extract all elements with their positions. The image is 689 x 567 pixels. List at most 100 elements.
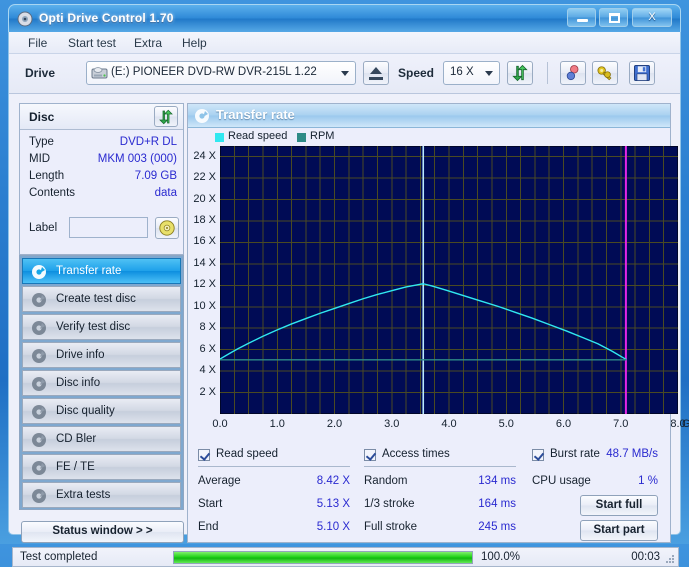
disc-row-key: Type	[29, 136, 54, 148]
chart-x-tick: 0.0	[212, 418, 228, 430]
disc-icon	[32, 489, 46, 503]
read-speed-row-key: Average	[198, 475, 241, 487]
drive-select[interactable]: (E:) PIONEER DVD-RW DVR-215L 1.22	[86, 61, 356, 85]
menu-file[interactable]: File	[23, 35, 52, 51]
chart-y-tick: 20 X	[193, 192, 216, 205]
sidebar-item-drive-info[interactable]: Drive info	[22, 342, 181, 368]
disc-row-contents: Contents data	[29, 187, 177, 204]
eject-icon	[370, 67, 382, 74]
close-button[interactable]: X	[632, 8, 672, 27]
read-speed-row-key: Start	[198, 498, 223, 510]
drive-value: (E:) PIONEER DVD-RW DVR-215L 1.22	[111, 66, 317, 78]
minimize-button[interactable]	[567, 8, 596, 27]
disc-icon	[32, 377, 46, 391]
tools-button[interactable]	[592, 61, 618, 85]
eject-button[interactable]	[363, 61, 389, 85]
close-icon: X	[648, 11, 656, 23]
chart-x-tick: 6.0	[555, 418, 572, 430]
app-window: Opti Drive Control 1.70 X File Start tes…	[0, 0, 689, 567]
maximize-button[interactable]	[599, 8, 628, 27]
speed-select[interactable]: 16 X	[443, 61, 500, 85]
cpu-usage-key: CPU usage	[532, 475, 591, 487]
menu-help[interactable]: Help	[177, 35, 212, 51]
sidebar-item-extra-tests[interactable]: Extra tests	[22, 482, 181, 508]
start-full-button[interactable]: Start full	[580, 495, 658, 516]
chart-y-tick: 24 X	[193, 149, 216, 162]
refresh-button[interactable]	[507, 61, 533, 85]
disc-icon	[159, 220, 175, 236]
disc-icon	[32, 461, 46, 475]
chart-y-tick: 18 X	[193, 214, 216, 227]
chart-y-tick: 10 X	[193, 299, 216, 312]
disc-icon	[32, 433, 46, 447]
resize-grip-icon[interactable]	[664, 553, 675, 564]
erase-button[interactable]	[560, 61, 586, 85]
drive-icon	[91, 67, 108, 79]
chart-x-tick: 3.0	[384, 418, 400, 430]
disc-icon	[32, 265, 46, 279]
burst-rate-checkbox[interactable]	[532, 449, 544, 461]
disc-panel-title: Disc	[29, 110, 55, 124]
progress-fill	[174, 552, 472, 563]
save-icon	[634, 65, 650, 81]
burst-rate-value: 48.7 MB/s	[606, 448, 658, 460]
save-button[interactable]	[629, 61, 655, 85]
disc-row-mid: MID MKM 003 (000)	[29, 153, 177, 170]
status-window-button[interactable]: Status window > >	[21, 521, 184, 543]
sidebar-item-create-test-disc[interactable]: Create test disc	[22, 286, 181, 312]
status-message: Test completed	[20, 551, 98, 563]
cpu-usage-value: 1 %	[638, 475, 658, 487]
disc-refresh-button[interactable]	[154, 106, 178, 127]
disc-info-panel: Disc Type DVD+R DL MID MKM 003 (000) Len…	[19, 103, 184, 255]
chart-y-tick: 2 X	[199, 385, 216, 398]
disc-row-value: 7.09 GB	[134, 170, 177, 182]
start-part-button[interactable]: Start part	[580, 520, 658, 541]
disc-label-button[interactable]	[155, 217, 179, 239]
toolbar-separator	[547, 62, 548, 84]
elapsed-time: 00:03	[631, 551, 660, 563]
menu-start-test[interactable]: Start test	[63, 35, 121, 51]
sidebar-item-label: Transfer rate	[56, 265, 122, 277]
sidebar-item-label: Create test disc	[56, 293, 136, 305]
chart-y-tick: 14 X	[193, 256, 216, 269]
progress-bar	[173, 551, 473, 564]
chart-y-tick: 22 X	[193, 171, 216, 184]
chart-y-tick: 8 X	[199, 321, 216, 334]
legend-label-rpm: RPM	[310, 130, 335, 142]
read-speed-checkbox[interactable]	[198, 449, 210, 461]
access-times-row-value: 134 ms	[478, 475, 516, 487]
refresh-icon	[512, 64, 528, 82]
menu-extra[interactable]: Extra	[129, 35, 167, 51]
sidebar-item-disc-quality[interactable]: Disc quality	[22, 398, 181, 424]
disc-icon	[32, 293, 46, 307]
chart-x-tick: 7.0	[613, 418, 629, 430]
minimize-icon	[577, 19, 588, 22]
access-times-checkbox[interactable]	[364, 449, 376, 461]
chevron-down-icon	[485, 71, 493, 76]
chart-canvas	[219, 145, 679, 415]
tools-icon	[597, 66, 612, 81]
disc-panel-header: Disc	[20, 104, 183, 130]
progress-percent: 100.0%	[481, 551, 521, 563]
read-speed-row-value: 5.10 X	[316, 521, 350, 533]
chart-x-tick: 5.0	[498, 418, 514, 430]
legend-swatch-read-speed	[215, 133, 224, 142]
access-times-title: Access times	[382, 448, 450, 460]
sidebar-item-fe-te[interactable]: FE / TE	[22, 454, 181, 480]
sidebar-item-cd-bler[interactable]: CD Bler	[22, 426, 181, 452]
sidebar-nav: Transfer rate Create test disc Verify test…	[19, 255, 184, 510]
sidebar-item-label: Disc quality	[56, 405, 115, 417]
sidebar-item-verify-test-disc[interactable]: Verify test disc	[22, 314, 181, 340]
access-times-divider	[364, 466, 516, 467]
disc-row-value: data	[154, 187, 177, 199]
disc-label-input[interactable]	[69, 217, 148, 238]
sidebar-item-transfer-rate[interactable]: Transfer rate	[22, 258, 181, 284]
sidebar-item-disc-info[interactable]: Disc info	[22, 370, 181, 396]
panel-header: Transfer rate	[188, 104, 670, 128]
window-title: Opti Drive Control 1.70	[39, 11, 174, 25]
drive-label: Drive	[25, 66, 56, 80]
disc-icon	[195, 109, 209, 123]
client-area: File Start test Extra Help Drive (E:) PI…	[8, 32, 689, 567]
eject-icon-bar	[369, 77, 383, 80]
access-times-row-value: 164 ms	[478, 498, 516, 510]
